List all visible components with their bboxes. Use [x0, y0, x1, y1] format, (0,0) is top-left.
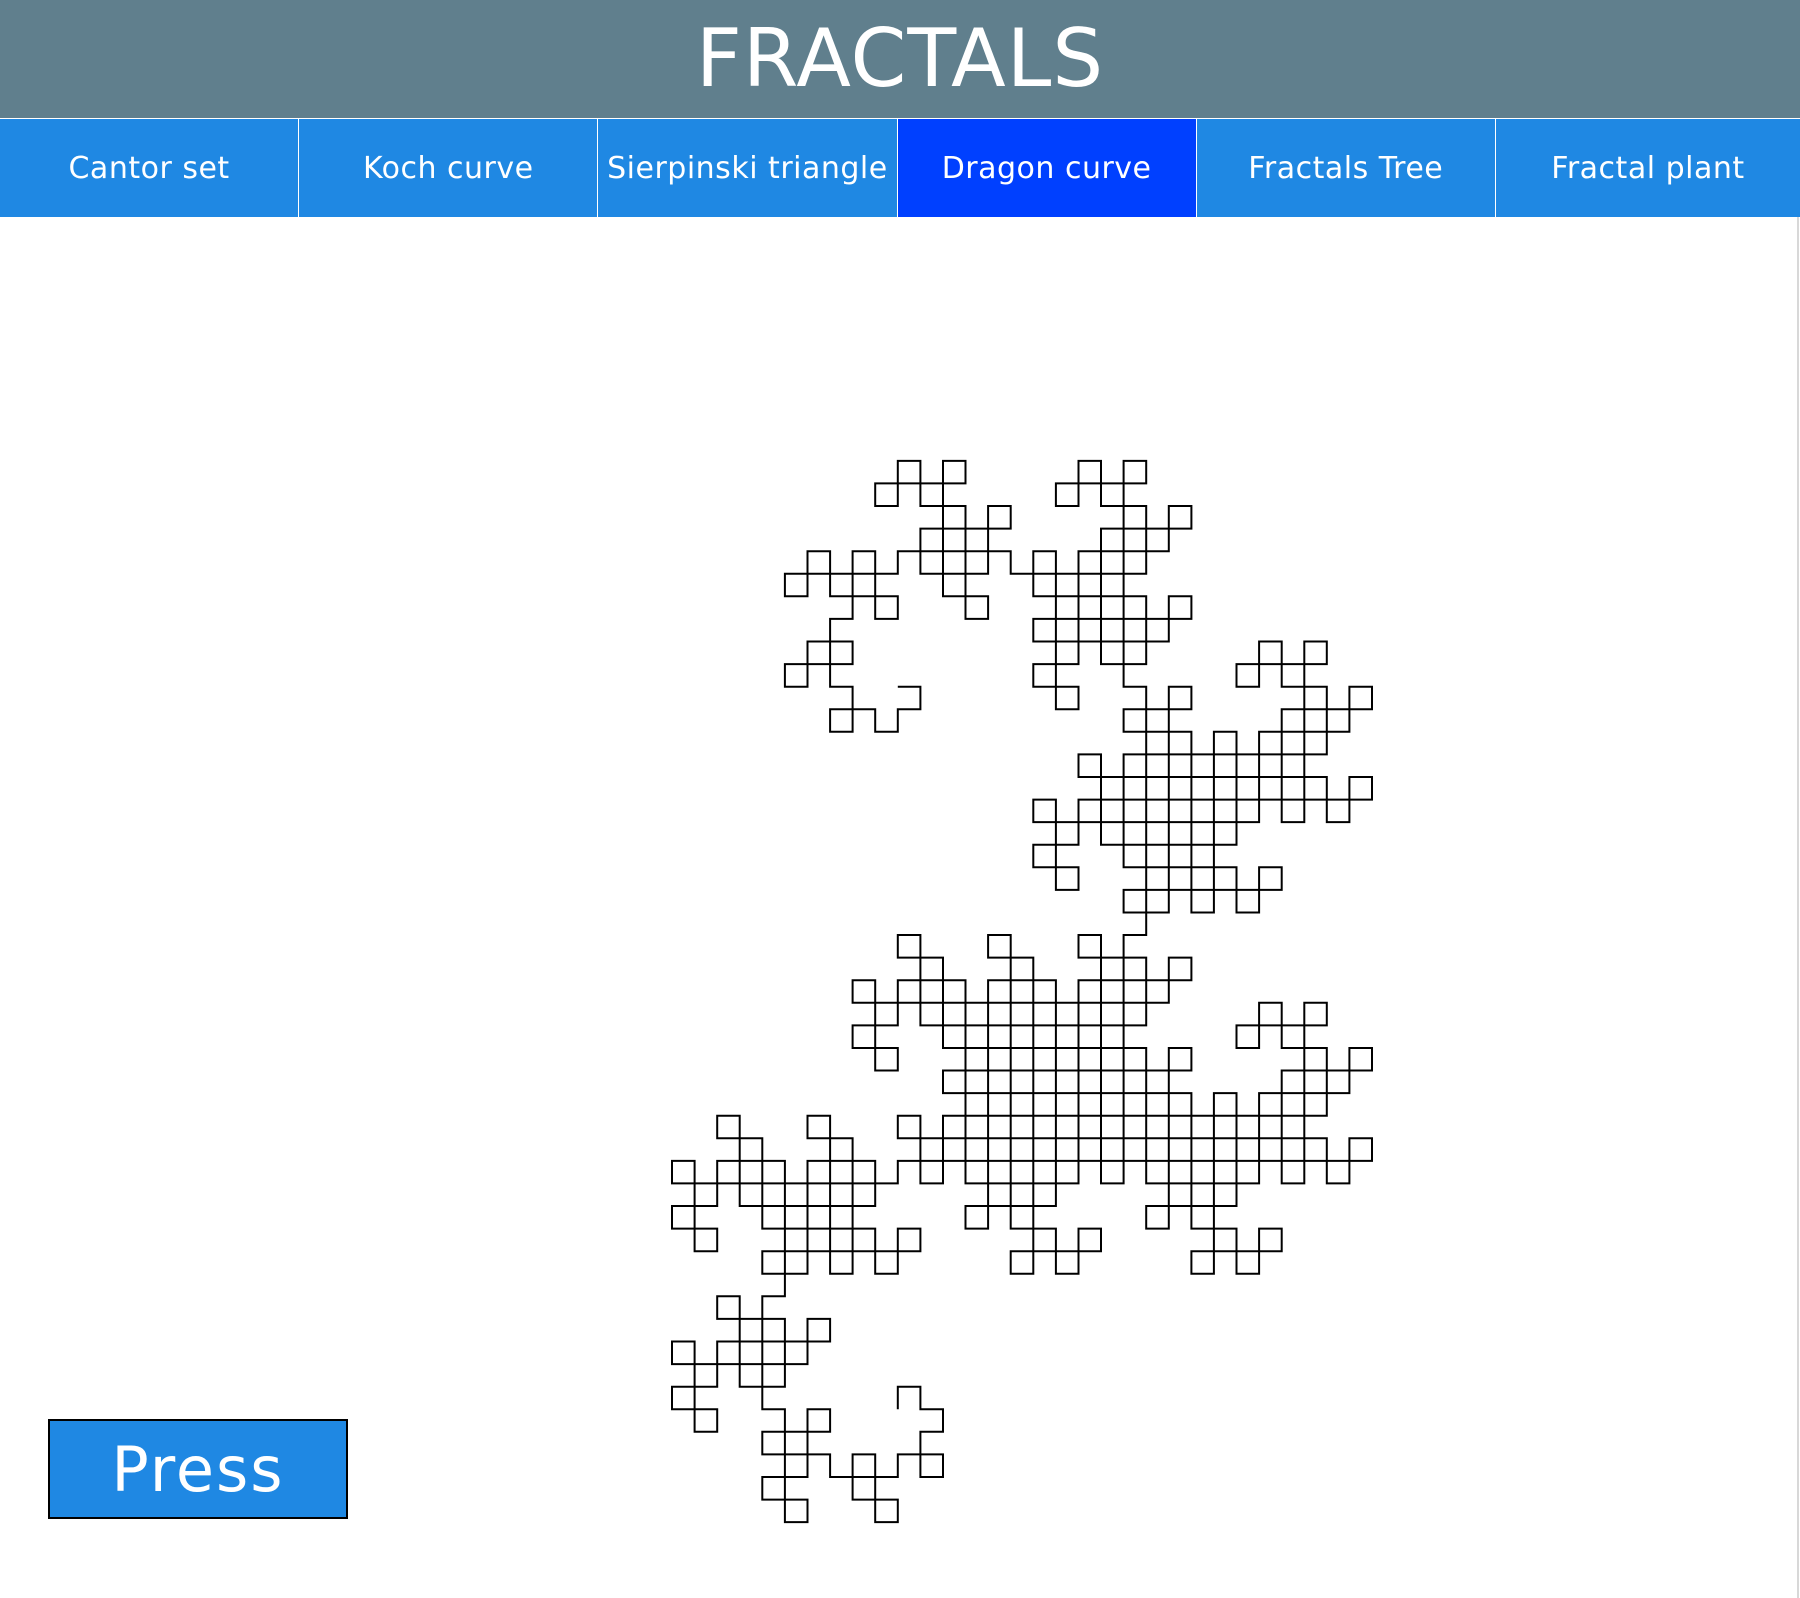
tab-koch-curve[interactable]: Koch curve [299, 119, 598, 217]
tab-sierpinski-triangle[interactable]: Sierpinski triangle [598, 119, 897, 217]
dragon-curve-path [671, 459, 1373, 1524]
window-edge [1797, 217, 1799, 1598]
dragon-curve-drawing [671, 459, 1373, 1524]
title-bar: FRACTALS [0, 0, 1800, 118]
tab-cantor-set[interactable]: Cantor set [0, 119, 299, 217]
fractal-tabs: Cantor set Koch curve Sierpinski triangl… [0, 119, 1800, 217]
fractals-app: FRACTALS Cantor set Koch curve Sierpinsk… [0, 0, 1800, 1598]
page-title: FRACTALS [695, 12, 1105, 105]
tab-fractals-tree[interactable]: Fractals Tree [1196, 119, 1495, 217]
tab-dragon-curve[interactable]: Dragon curve [897, 119, 1196, 217]
tab-fractal-plant[interactable]: Fractal plant [1495, 119, 1800, 217]
press-button[interactable]: Press [48, 1419, 348, 1519]
drawing-canvas [0, 217, 1800, 1598]
